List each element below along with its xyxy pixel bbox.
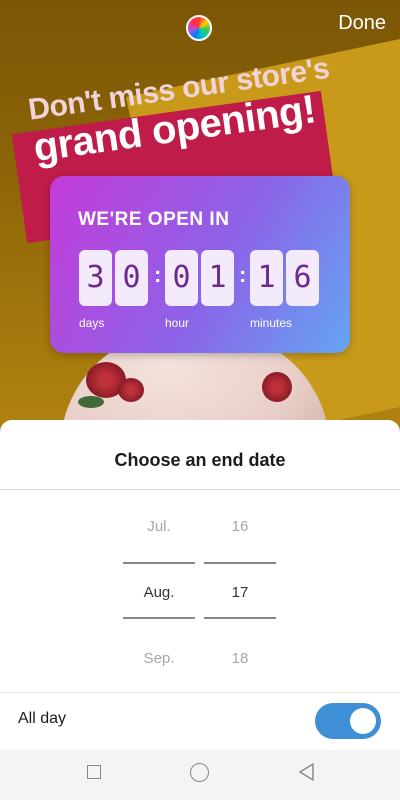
month-option-selected[interactable]: Aug.: [123, 584, 195, 601]
day-option-next[interactable]: 18: [204, 650, 276, 667]
month-option-next[interactable]: Sep.: [123, 650, 195, 667]
month-option-prev[interactable]: Jul.: [123, 518, 195, 535]
picker-selection-line: [123, 562, 195, 564]
countdown-unit-minutes: minutes: [250, 316, 293, 330]
toggle-knob: [350, 708, 376, 734]
countdown-digit-minutes-tens: 1: [250, 250, 283, 306]
picker-selection-line: [123, 617, 195, 619]
countdown-digit-days-ones: 0: [115, 250, 148, 306]
system-nav-bar: [0, 750, 400, 800]
end-date-sheet: Choose an end date Jul. Aug. Sep. 16 17 …: [0, 420, 400, 750]
back-icon[interactable]: [297, 762, 315, 782]
countdown-unit-hour: hour: [165, 316, 190, 330]
picker-selection-line: [204, 617, 276, 619]
all-day-divider: [0, 692, 400, 693]
picker-selection-line: [204, 562, 276, 564]
sweater-leaf: [78, 396, 104, 408]
done-button[interactable]: Done: [338, 12, 386, 35]
countdown-title: WE'RE OPEN IN: [78, 209, 230, 230]
sheet-divider: [0, 489, 400, 490]
all-day-label: All day: [18, 710, 67, 727]
day-option-prev[interactable]: 16: [204, 518, 276, 535]
countdown-digit-days-tens: 3: [79, 250, 112, 306]
day-option-selected[interactable]: 17: [204, 584, 276, 601]
sweater-flower: [118, 378, 144, 402]
home-icon[interactable]: [190, 763, 209, 782]
countdown-unit-days: days: [79, 316, 105, 330]
sweater-flower: [262, 372, 292, 402]
countdown-separator: :: [154, 262, 162, 287]
all-day-toggle[interactable]: [315, 703, 381, 739]
recent-apps-icon[interactable]: [87, 765, 101, 779]
color-wheel-icon[interactable]: [186, 15, 212, 41]
countdown-digit-minutes-ones: 6: [286, 250, 319, 306]
countdown-sticker[interactable]: WE'RE OPEN IN 3 0 : 0 1 : 1 6 days hour …: [50, 176, 350, 353]
countdown-digit-hour-ones: 1: [201, 250, 234, 306]
countdown-separator: :: [239, 262, 247, 287]
sheet-title: Choose an end date: [114, 450, 286, 470]
countdown-digit-hour-tens: 0: [165, 250, 198, 306]
